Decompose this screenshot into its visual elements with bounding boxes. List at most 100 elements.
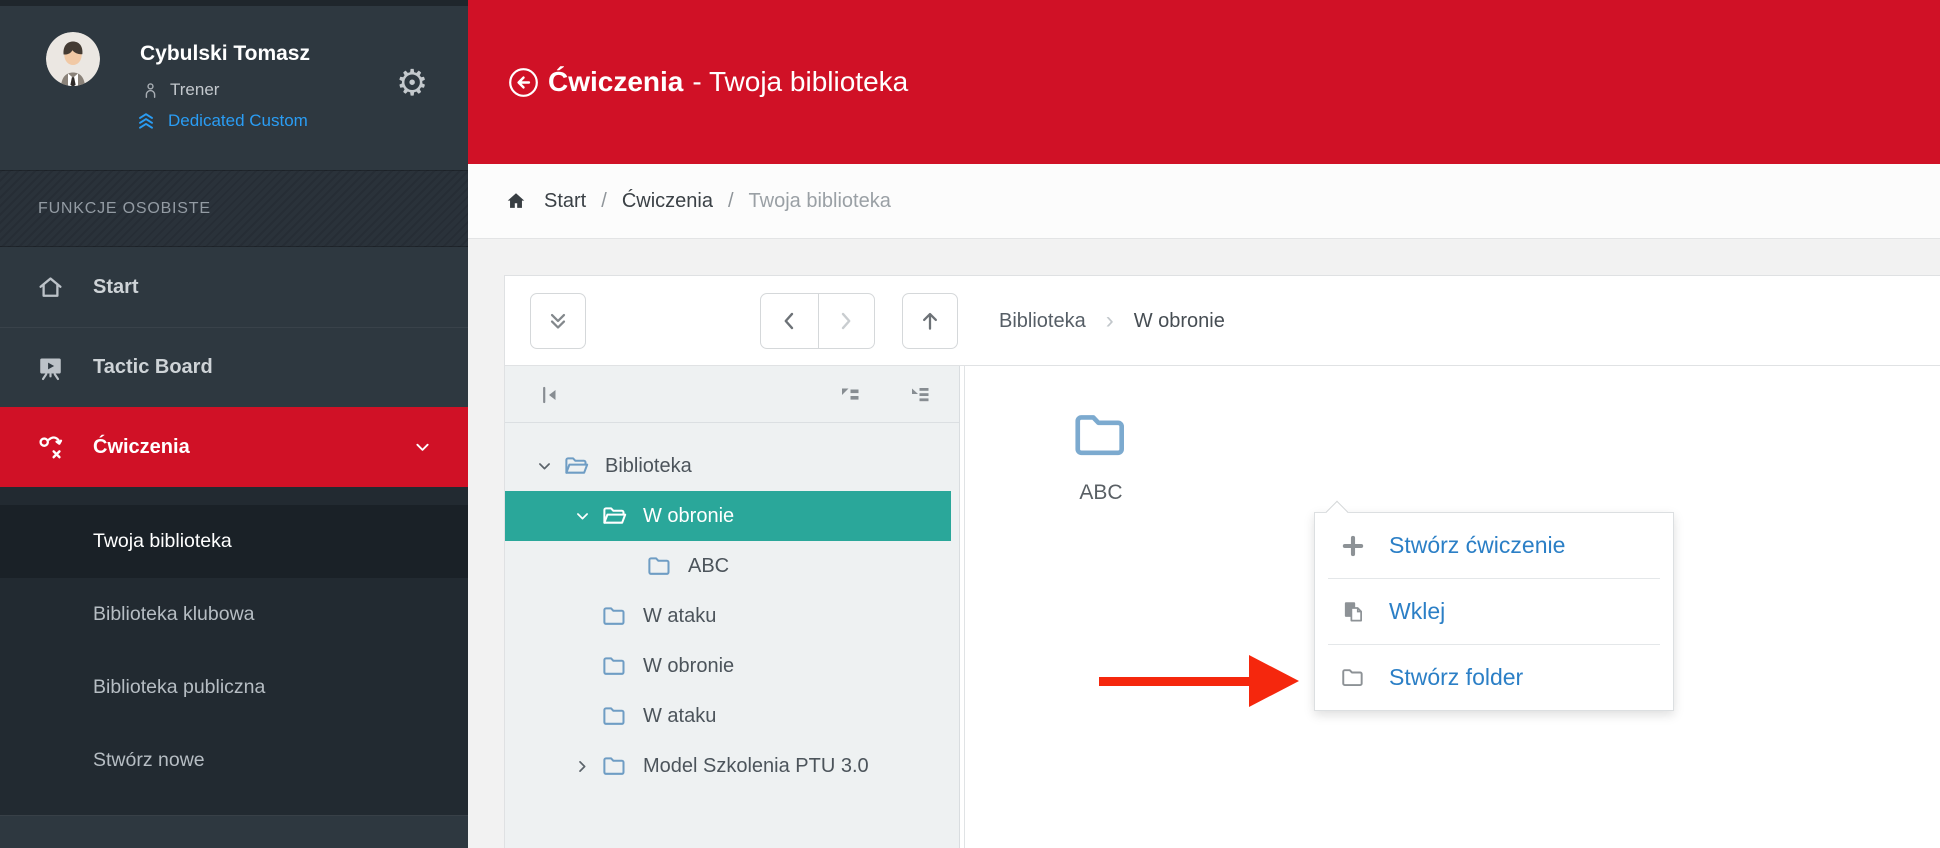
page-title-secondary: - Twoja biblioteka [692, 66, 908, 98]
page-header: Ćwiczenia - Twoja biblioteka [468, 0, 1940, 164]
sidebar-item-start[interactable]: Start [0, 247, 468, 327]
tree-item-w-obronie-selected[interactable]: W obronie [505, 491, 951, 541]
user-role: Trener [141, 80, 219, 100]
collapse-panel-icon[interactable] [538, 383, 562, 407]
main-area: Ćwiczenia - Twoja biblioteka Start / Ćwi… [468, 0, 1940, 848]
double-chevron-down-icon [545, 308, 571, 334]
chevron-down-icon [413, 438, 432, 457]
path-item-biblioteka[interactable]: Biblioteka [999, 310, 1086, 333]
sidebar-item-cwiczenia[interactable]: Ćwiczenia [0, 407, 468, 487]
collapse-rows-button[interactable] [530, 293, 586, 349]
red-arrow-shaft [1099, 677, 1251, 686]
folder-icon [601, 703, 628, 730]
breadcrumb-separator: / [728, 190, 734, 213]
chevron-down-icon[interactable] [574, 508, 591, 525]
tree-item-label: Biblioteka [605, 455, 692, 478]
tactic-board-icon [36, 353, 65, 382]
collapse-all-icon[interactable] [838, 383, 862, 407]
menu-item-stworz-folder[interactable]: Stwórz folder [1315, 645, 1673, 710]
menu-item-label: Stwórz ćwiczenie [1389, 532, 1565, 559]
chevron-right-icon[interactable] [574, 758, 591, 775]
back-circle-icon[interactable] [508, 67, 539, 98]
menu-item-label: Stwórz folder [1389, 664, 1523, 691]
breadcrumb-item-current: Twoja biblioteka [749, 190, 891, 213]
chevron-down-icon[interactable] [536, 458, 553, 475]
tree-item-w-obronie-2[interactable]: W obronie [505, 641, 959, 691]
tree-toolbar [505, 366, 959, 423]
red-arrow-head [1249, 655, 1299, 707]
folder-path: Biblioteka › W obronie [999, 276, 1225, 366]
tree-item-label: Model Szkolenia PTU 3.0 [643, 755, 869, 778]
chevron-right-icon [833, 308, 859, 334]
folder-content-area: ABC Stwórz ćwiczenie Wklej [965, 366, 1940, 848]
user-plan[interactable]: Dedicated Custom [134, 110, 308, 132]
home-icon [36, 273, 65, 302]
sidebar-nav: Start Tactic Board Ćwiczenia Twoja bibli… [0, 247, 468, 816]
folder-open-icon [563, 453, 590, 480]
tree-item-biblioteka[interactable]: Biblioteka [505, 441, 959, 491]
up-folder-button[interactable] [902, 293, 958, 349]
sidebar-item-label: Start [93, 276, 139, 299]
chevron-left-icon [776, 308, 802, 334]
folder-icon [601, 753, 628, 780]
home-icon [505, 190, 527, 212]
menu-item-stworz-cwiczenie[interactable]: Stwórz ćwiczenie [1315, 513, 1673, 578]
workspace: Biblioteka › W obronie [468, 239, 1940, 848]
tree-item-model-szkolenia[interactable]: Model Szkolenia PTU 3.0 [505, 741, 959, 791]
folder-open-icon [601, 503, 628, 530]
folder-item-abc[interactable]: ABC [1031, 405, 1171, 505]
back-button[interactable] [761, 294, 818, 348]
sidebar-footer-band [0, 815, 468, 816]
tree-item-label: W obronie [643, 505, 734, 528]
toolbar: Biblioteka › W obronie [505, 276, 1940, 366]
expand-all-icon[interactable] [908, 383, 932, 407]
breadcrumb: Start / Ćwiczenia / Twoja biblioteka [468, 164, 1940, 239]
tree-item-w-ataku-1[interactable]: W ataku [505, 591, 959, 641]
breadcrumb-item-start[interactable]: Start [544, 190, 586, 213]
menu-item-wklej[interactable]: Wklej [1315, 579, 1673, 644]
path-item-current: W obronie [1134, 310, 1225, 333]
folder-icon [601, 653, 628, 680]
tree-item-label: W obronie [643, 655, 734, 678]
menu-item-label: Wklej [1389, 598, 1445, 625]
user-role-label: Trener [170, 80, 219, 100]
tree-item-abc[interactable]: ABC [505, 541, 959, 591]
submenu-item-twoja-biblioteka[interactable]: Twoja biblioteka [0, 505, 468, 578]
breadcrumb-item-cwiczenia[interactable]: Ćwiczenia [622, 190, 713, 213]
tree-item-w-ataku-2[interactable]: W ataku [505, 691, 959, 741]
arrow-up-icon [917, 308, 943, 334]
page-title-primary: Ćwiczenia [548, 66, 683, 98]
folder-item-label: ABC [1031, 481, 1171, 505]
history-nav-buttons [760, 293, 875, 349]
tactics-icon [36, 433, 65, 462]
sidebar-submenu: Twoja biblioteka Biblioteka klubowa Bibl… [0, 487, 468, 815]
paste-icon [1340, 599, 1366, 625]
forward-button[interactable] [818, 294, 875, 348]
sidebar-item-tactic-board[interactable]: Tactic Board [0, 327, 468, 407]
sidebar-item-label: Ćwiczenia [93, 436, 190, 459]
sidebar-section-label: FUNKCJE OSOBISTE [0, 170, 468, 247]
plus-icon [1340, 533, 1366, 559]
folder-icon [1065, 405, 1137, 467]
submenu-item-biblioteka-klubowa[interactable]: Biblioteka klubowa [0, 578, 468, 651]
folder-icon [646, 553, 673, 580]
user-card: Cybulski Tomasz Trener Dedicated Custom … [0, 6, 468, 170]
folder-icon [601, 603, 628, 630]
tree-body: Biblioteka W obronie ABC [505, 423, 959, 791]
sidebar-item-label: Tactic Board [93, 356, 213, 379]
annotation-red-arrow [1099, 655, 1289, 707]
submenu-item-stworz-nowe[interactable]: Stwórz nowe [0, 724, 468, 797]
tree-item-label: W ataku [643, 705, 716, 728]
tree-item-label: ABC [688, 555, 729, 578]
tree-item-label: W ataku [643, 605, 716, 628]
submenu-item-biblioteka-publiczna[interactable]: Biblioteka publiczna [0, 651, 468, 724]
settings-gear-icon[interactable]: ⚙ [396, 66, 428, 102]
panel-body: Biblioteka W obronie ABC [505, 366, 1940, 848]
path-separator: › [1106, 309, 1114, 333]
page-title: Ćwiczenia - Twoja biblioteka [548, 0, 908, 164]
context-menu: Stwórz ćwiczenie Wklej Stwórz folder [1314, 512, 1674, 711]
user-name: Cybulski Tomasz [140, 42, 310, 66]
app-window: Cybulski Tomasz Trener Dedicated Custom … [0, 0, 1940, 848]
avatar-illustration [46, 32, 100, 86]
library-panel: Biblioteka › W obronie [504, 275, 1940, 848]
